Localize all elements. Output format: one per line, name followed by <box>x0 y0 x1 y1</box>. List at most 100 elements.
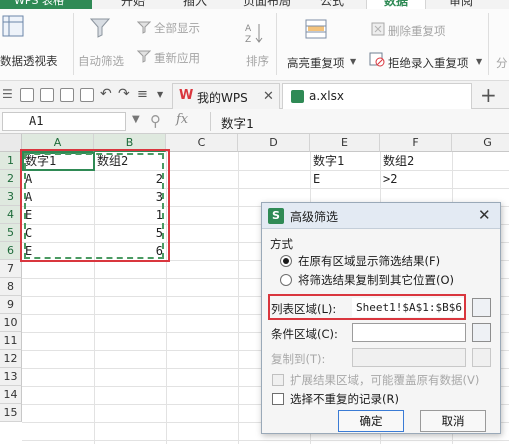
redo-icon[interactable]: ↷ <box>118 86 130 102</box>
formula-divider <box>210 112 211 131</box>
highlight-box <box>20 149 170 262</box>
grid-line <box>22 440 509 441</box>
tab-a-xlsx[interactable]: a.xlsx <box>282 83 472 109</box>
pdf-icon[interactable] <box>40 88 54 102</box>
mode-section-label: 方式 <box>270 237 293 251</box>
fx-icon[interactable]: fx <box>176 112 188 127</box>
expand-result-checkbox[interactable] <box>272 374 284 386</box>
radio-in-place[interactable] <box>280 255 292 267</box>
quick-access-toolbar: ☰ ↶ ↷ ≡ ▼ W 我的WPS ✕ a.xlsx + <box>0 81 509 109</box>
row-header-13[interactable]: 13 <box>0 368 22 386</box>
range-picker-icon[interactable] <box>472 323 491 342</box>
app-title[interactable]: WPS 表格 <box>0 0 92 9</box>
menu-tab-home[interactable]: 开始 <box>112 0 154 9</box>
undo-icon[interactable]: ↶ <box>100 86 112 102</box>
row-header-12[interactable]: 12 <box>0 350 22 368</box>
row-header-9[interactable]: 9 <box>0 296 22 314</box>
row-header-5[interactable]: 5 <box>0 224 22 242</box>
save-icon[interactable] <box>20 88 34 102</box>
row-header-1[interactable]: 1 <box>0 152 22 170</box>
cell-f2[interactable]: >2 <box>380 170 452 188</box>
tab-my-wps[interactable]: W 我的WPS ✕ <box>172 83 280 109</box>
show-all-button[interactable]: 全部显示 <box>154 20 200 36</box>
column-header-e[interactable]: E <box>310 134 380 152</box>
reject-duplicates-button[interactable]: 拒绝录入重复项 <box>388 55 469 71</box>
chevron-down-icon[interactable]: ▼ <box>157 90 163 99</box>
close-icon[interactable]: ✕ <box>263 89 274 104</box>
select-all-corner[interactable] <box>0 134 22 152</box>
tab-label: a.xlsx <box>309 89 344 103</box>
show-all-icon <box>136 20 152 37</box>
funnel-icon[interactable] <box>88 15 112 42</box>
pivot-table-button[interactable]: 数据透视表 <box>0 53 58 69</box>
ribbon-divider <box>73 13 74 75</box>
auto-filter-button[interactable]: 自动筛选 <box>78 53 124 69</box>
radio-in-place-label[interactable]: 在原有区域显示筛选结果(F) <box>298 253 440 269</box>
sort-button[interactable]: 排序 <box>246 53 269 69</box>
cell-f1[interactable]: 数组2 <box>380 152 452 170</box>
row-header-15[interactable]: 15 <box>0 404 22 422</box>
name-box[interactable]: A1 <box>2 112 126 131</box>
radio-copy-elsewhere[interactable] <box>280 274 292 286</box>
menu-icon[interactable]: ☰ <box>2 87 13 101</box>
row-header-11[interactable]: 11 <box>0 332 22 350</box>
highlight-duplicates-icon[interactable] <box>304 17 330 46</box>
zoom-icon[interactable]: ⚲ <box>150 112 161 130</box>
range-picker-icon[interactable] <box>472 348 491 367</box>
close-icon[interactable]: ✕ <box>478 206 491 224</box>
expand-result-label[interactable]: 扩展结果区域，可能覆盖原有数据(V) <box>290 372 490 388</box>
ribbon-divider <box>488 13 489 75</box>
cancel-button[interactable]: 取消 <box>420 410 486 432</box>
sort-icon[interactable]: AZ <box>244 21 266 48</box>
preview-icon[interactable] <box>80 88 94 102</box>
menu-tab-review[interactable]: 审阅 <box>440 0 482 9</box>
chevron-down-icon[interactable]: ▼ <box>350 57 356 66</box>
wps-logo-icon: W <box>179 88 194 103</box>
row-header-10[interactable]: 10 <box>0 314 22 332</box>
menu-tab-insert[interactable]: 插入 <box>174 0 216 9</box>
reapply-icon <box>136 49 152 66</box>
copy-to-input[interactable] <box>352 348 466 367</box>
row-header-8[interactable]: 8 <box>0 278 22 296</box>
range-picker-icon[interactable] <box>472 298 491 317</box>
row-header-7[interactable]: 7 <box>0 260 22 278</box>
print-icon[interactable] <box>60 88 74 102</box>
cell-e1[interactable]: 数字1 <box>310 152 380 170</box>
remove-duplicates-icon <box>371 22 385 39</box>
remove-duplicates-button[interactable]: 删除重复项 <box>388 23 446 39</box>
menu-tab-page-layout[interactable]: 页面布局 <box>236 0 298 9</box>
radio-copy-elsewhere-label[interactable]: 将筛选结果复制到其它位置(O) <box>298 272 454 288</box>
formula-input[interactable]: 数字1 <box>221 113 254 132</box>
column-header-c[interactable]: C <box>166 134 238 152</box>
row-header-14[interactable]: 14 <box>0 386 22 404</box>
new-tab-icon[interactable]: + <box>480 83 497 107</box>
more-icon[interactable]: ≡ <box>137 87 148 102</box>
menu-tab-data[interactable]: 数据 <box>366 0 426 9</box>
chevron-down-icon[interactable]: ▼ <box>132 114 140 125</box>
copy-to-label: 复制到(T): <box>271 352 326 366</box>
column-header-d[interactable]: D <box>238 134 310 152</box>
list-range-highlight <box>268 294 466 320</box>
dialog-titlebar[interactable]: S 高级筛选 ✕ <box>262 203 500 229</box>
chevron-down-icon[interactable]: ▼ <box>476 57 482 66</box>
pivot-table-icon[interactable] <box>0 13 26 42</box>
ribbon: 数据透视表 自动筛选 全部显示 重新应用 AZ 排序 高亮重复项 ▼ 删除重复项… <box>0 9 509 81</box>
reapply-button[interactable]: 重新应用 <box>154 50 200 66</box>
highlight-duplicates-button[interactable]: 高亮重复项 <box>287 55 345 71</box>
row-header-4[interactable]: 4 <box>0 206 22 224</box>
unique-records-label[interactable]: 选择不重复的记录(R) <box>290 391 399 407</box>
advanced-filter-dialog: S 高级筛选 ✕ 方式 在原有区域显示筛选结果(F) 将筛选结果复制到其它位置(… <box>261 202 501 434</box>
ok-button[interactable]: 确定 <box>338 410 404 432</box>
cell-e2[interactable]: E <box>310 170 380 188</box>
criteria-range-input[interactable] <box>352 323 466 342</box>
row-header-3[interactable]: 3 <box>0 188 22 206</box>
row-header-6[interactable]: 6 <box>0 242 22 260</box>
column-header-g[interactable]: G <box>452 134 509 152</box>
row-header-2[interactable]: 2 <box>0 170 22 188</box>
split-button[interactable]: 分 <box>496 55 508 71</box>
svg-text:Z: Z <box>245 35 251 45</box>
menu-tab-formula[interactable]: 公式 <box>311 0 353 9</box>
column-header-f[interactable]: F <box>380 134 452 152</box>
unique-records-checkbox[interactable] <box>272 393 284 405</box>
menu-bar: WPS 表格 开始 插入 页面布局 公式 数据 审阅 <box>0 0 509 9</box>
